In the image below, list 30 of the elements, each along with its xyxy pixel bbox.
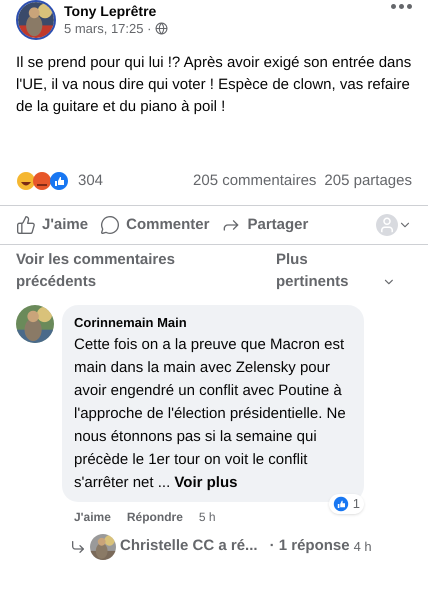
more-options-icon[interactable] xyxy=(391,4,412,9)
reaction-count[interactable]: 304 xyxy=(78,170,104,192)
action-button[interactable]: J'aime xyxy=(16,214,88,236)
reply-arrow-icon xyxy=(70,538,86,554)
post-time[interactable]: 5 mars, 17:25 · xyxy=(64,20,152,37)
like-count-badge[interactable]: 1 xyxy=(328,494,364,514)
commenter-name[interactable]: Corinnemain Main xyxy=(74,313,352,332)
sort-menu[interactable]: Plus pertinents xyxy=(276,249,382,293)
action-button[interactable]: Commenter xyxy=(100,214,210,236)
reply-link[interactable]: Répondre xyxy=(126,508,183,526)
like-link[interactable]: J'aime xyxy=(74,508,111,526)
profile-switcher[interactable] xyxy=(376,214,412,236)
avatar-icon xyxy=(376,214,398,236)
post-text: Il se prend pour qui lui !? Après avoir exigé son entrée dans l'UE, il va nous dire qui voter ! Espèce de clown, vas refaire de la guitare et du piano à poil ! xyxy=(15,53,412,117)
share-count[interactable]: 205 partages xyxy=(324,170,412,192)
author-name[interactable]: Tony Leprêtre xyxy=(64,3,168,21)
comment-count[interactable]: 205 commentaires xyxy=(193,170,316,192)
see-more-link[interactable]: Voir plus xyxy=(174,470,238,494)
action-button[interactable]: Partager xyxy=(221,214,308,236)
reply-preview[interactable]: Christelle CC a ré... xyxy=(120,535,258,558)
reaction-icons[interactable] xyxy=(16,171,70,192)
reply-time: 4 h xyxy=(354,538,372,556)
reply-count[interactable]: · 1 réponse xyxy=(270,535,350,558)
thumbs-up-icon xyxy=(332,496,349,512)
comment-time: 5 h xyxy=(198,508,216,526)
comment-text: Cette fois on a la preuve que Macron est main dans la main avec Zelensky pour avoir engendré un conflit avec Poutine à l'approche de l'élection présidentielle. Ne nous étonnons pas si la semaine qui précède le 1er tour on voit le conflit s'arrêter net ... Voir plus xyxy=(74,332,352,494)
previous-comments-link[interactable]: Voir les commentaires précédents xyxy=(16,249,216,293)
speech-bubble-icon xyxy=(100,214,120,235)
thumbs-up-icon xyxy=(16,214,36,235)
globe-icon xyxy=(155,22,168,36)
